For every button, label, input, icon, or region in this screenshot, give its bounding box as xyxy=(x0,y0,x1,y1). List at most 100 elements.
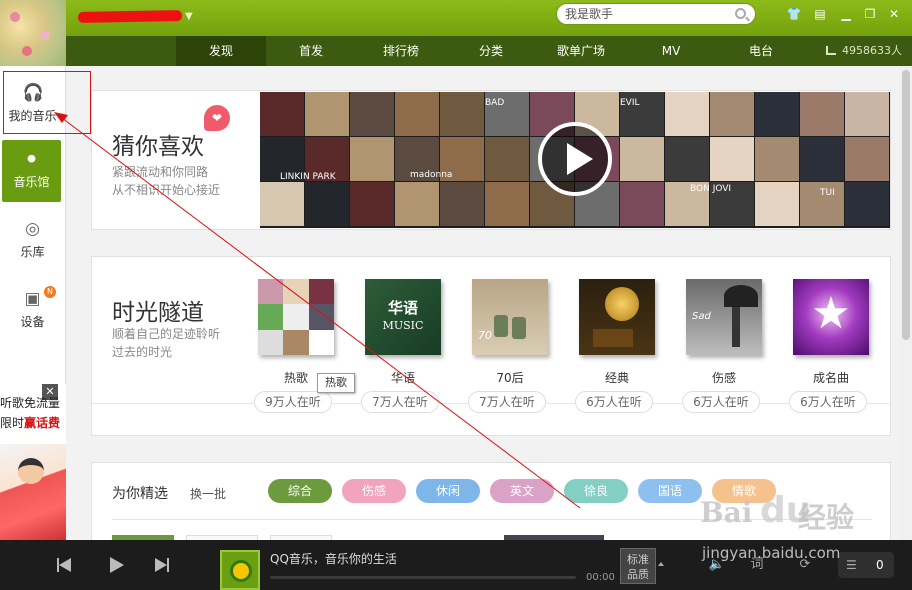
album-tile[interactable] xyxy=(395,92,439,136)
tab-playlist-square[interactable]: 歌单广场 xyxy=(546,36,616,66)
album-tile[interactable] xyxy=(305,92,349,136)
tag-all[interactable]: 综合 xyxy=(268,479,332,503)
album-tile[interactable] xyxy=(305,182,349,226)
album-tile-text: BON JOVI xyxy=(690,184,732,194)
play-icon[interactable] xyxy=(538,122,612,196)
listener-pill: 7万人在听 xyxy=(361,391,439,413)
sidebar-item-library[interactable]: ◎ 乐库 xyxy=(0,210,65,272)
volume-icon[interactable]: 🔈 xyxy=(708,556,726,574)
refresh-button[interactable]: 换一批 xyxy=(190,485,226,502)
progress-bar[interactable] xyxy=(270,576,576,579)
album-tile[interactable] xyxy=(350,92,394,136)
time-tunnel-subtitle: 过去的时光 xyxy=(112,345,173,359)
scrollbar[interactable] xyxy=(900,66,912,540)
album-tile[interactable] xyxy=(350,137,394,181)
search-icon[interactable] xyxy=(735,8,746,19)
user-avatar-art[interactable] xyxy=(0,0,66,66)
loop-icon[interactable]: ⟳ xyxy=(796,556,814,574)
album-tile[interactable] xyxy=(620,182,664,226)
album-tile[interactable] xyxy=(755,182,799,226)
album-cover xyxy=(258,279,334,355)
tag-love-songs[interactable]: 情歌 xyxy=(712,479,776,503)
lyrics-icon[interactable]: 词 xyxy=(748,556,766,574)
promo-banner[interactable]: ✕ 听歌免流量 限时赢话费 xyxy=(0,384,66,540)
album-tile[interactable] xyxy=(485,137,529,181)
qq-music-window: ▼ 👕 ▤ ▁ ❐ ✕ 发现 首发 排行榜 分类 歌单广场 MV 电台 4958… xyxy=(0,0,912,590)
sidebar-item-devices[interactable]: ▣ 设备 N xyxy=(0,280,65,342)
next-icon[interactable] xyxy=(152,555,172,575)
album-tile-text: madonna xyxy=(410,170,453,180)
album-tile[interactable] xyxy=(845,137,889,181)
quality-button[interactable]: 标准 品质 xyxy=(620,548,656,584)
tag-mandarin[interactable]: 国语 xyxy=(638,479,702,503)
collage-tile xyxy=(283,279,309,304)
scrollbar-thumb[interactable] xyxy=(902,70,910,340)
album-classic[interactable]: 经典 6万人在听 xyxy=(575,279,657,413)
skin-icon[interactable]: 👕 xyxy=(786,7,802,21)
sidebar-item-my-music[interactable]: 🎧 我的音乐 xyxy=(0,74,65,136)
album-tile[interactable] xyxy=(440,182,484,226)
album-tile[interactable] xyxy=(260,92,304,136)
quality-caret-icon[interactable] xyxy=(658,562,664,566)
listener-count: 4958633人 xyxy=(842,44,902,57)
album-tile-text: TUI xyxy=(820,188,835,198)
album-hot[interactable]: 热歌 9万人在听 xyxy=(254,279,336,413)
listener-pill: 6万人在听 xyxy=(682,391,760,413)
album-tile[interactable] xyxy=(755,137,799,181)
tag-english[interactable]: 英文 xyxy=(490,479,554,503)
main-content: ❤ 猜你喜欢 紧跟流动和你同路 从不相识开始心接近 BAD EVIL LINKIN … xyxy=(66,66,900,540)
guess-subtitle: 紧跟流动和你同路 xyxy=(112,165,209,179)
album-tile[interactable] xyxy=(710,92,754,136)
tag-xu-liang[interactable]: 徐良 xyxy=(564,479,628,503)
album-tile[interactable] xyxy=(710,137,754,181)
play-time: 00:00 xyxy=(586,572,615,583)
sidebar-item-music-hall[interactable]: ⏺ 音乐馆 xyxy=(2,140,61,202)
album-tile[interactable] xyxy=(845,182,889,226)
tag-sad[interactable]: 伤感 xyxy=(342,479,406,503)
heart-icon: ❤ xyxy=(204,105,230,131)
tab-charts[interactable]: 排行榜 xyxy=(366,36,436,66)
tab-mv[interactable]: MV xyxy=(636,36,706,66)
album-mosaic[interactable]: BAD EVIL LINKIN PARK BON JOVI madonna TUI xyxy=(260,92,890,228)
album-tile[interactable] xyxy=(440,92,484,136)
tab-new-release[interactable]: 首发 xyxy=(276,36,346,66)
play-icon[interactable] xyxy=(106,555,126,575)
album-huayu[interactable]: 华语 MUSIC 华语 7万人在听 xyxy=(361,279,443,413)
device-icon: ▣ xyxy=(24,289,41,309)
album-tile[interactable] xyxy=(395,182,439,226)
user-menu-chevron-icon[interactable]: ▼ xyxy=(185,11,193,22)
album-sad[interactable]: Sad 伤感 6万人在听 xyxy=(682,279,764,413)
album-tile[interactable] xyxy=(665,137,709,181)
mini-mode-icon[interactable]: ▤ xyxy=(812,7,828,21)
tab-radio[interactable]: 电台 xyxy=(726,36,796,66)
album-hits[interactable]: ★ 成名曲 6万人在听 xyxy=(789,279,871,413)
previous-icon[interactable] xyxy=(54,555,74,575)
now-playing-cover[interactable] xyxy=(220,550,260,590)
close-icon[interactable]: ✕ xyxy=(886,7,902,21)
album-tile[interactable] xyxy=(755,92,799,136)
maximize-icon[interactable]: ❐ xyxy=(862,7,878,21)
guess-you-like-card[interactable]: ❤ 猜你喜欢 紧跟流动和你同路 从不相识开始心接近 BAD EVIL LINKIN … xyxy=(91,90,891,230)
album-tile[interactable] xyxy=(350,182,394,226)
gramophone-horn xyxy=(605,287,639,321)
tab-categories[interactable]: 分类 xyxy=(456,36,526,66)
album-tile[interactable] xyxy=(800,92,844,136)
album-tile[interactable] xyxy=(260,182,304,226)
tab-discover[interactable]: 发现 xyxy=(176,36,266,66)
now-playing-title: QQ音乐，音乐你的生活 xyxy=(270,552,397,566)
album-tile[interactable] xyxy=(620,137,664,181)
search-box xyxy=(556,3,756,25)
picks-card: 为你精选 换一批 综合 伤感 休闲 英文 徐良 国语 情歌 xyxy=(91,462,891,540)
playlist-button[interactable]: ☰ 0 xyxy=(838,552,894,578)
username-redacted[interactable] xyxy=(77,10,183,23)
album-tile[interactable] xyxy=(845,92,889,136)
album-70s[interactable]: 70 70后 7万人在听 xyxy=(468,279,550,413)
music-hall-icon: ⏺ xyxy=(27,149,36,169)
album-tile[interactable] xyxy=(665,92,709,136)
minimize-icon[interactable]: ▁ xyxy=(838,7,854,21)
tag-leisure[interactable]: 休闲 xyxy=(416,479,480,503)
album-tile[interactable] xyxy=(800,137,844,181)
album-tile[interactable] xyxy=(485,182,529,226)
search-input[interactable] xyxy=(565,6,725,22)
shoe-shape xyxy=(494,315,508,337)
